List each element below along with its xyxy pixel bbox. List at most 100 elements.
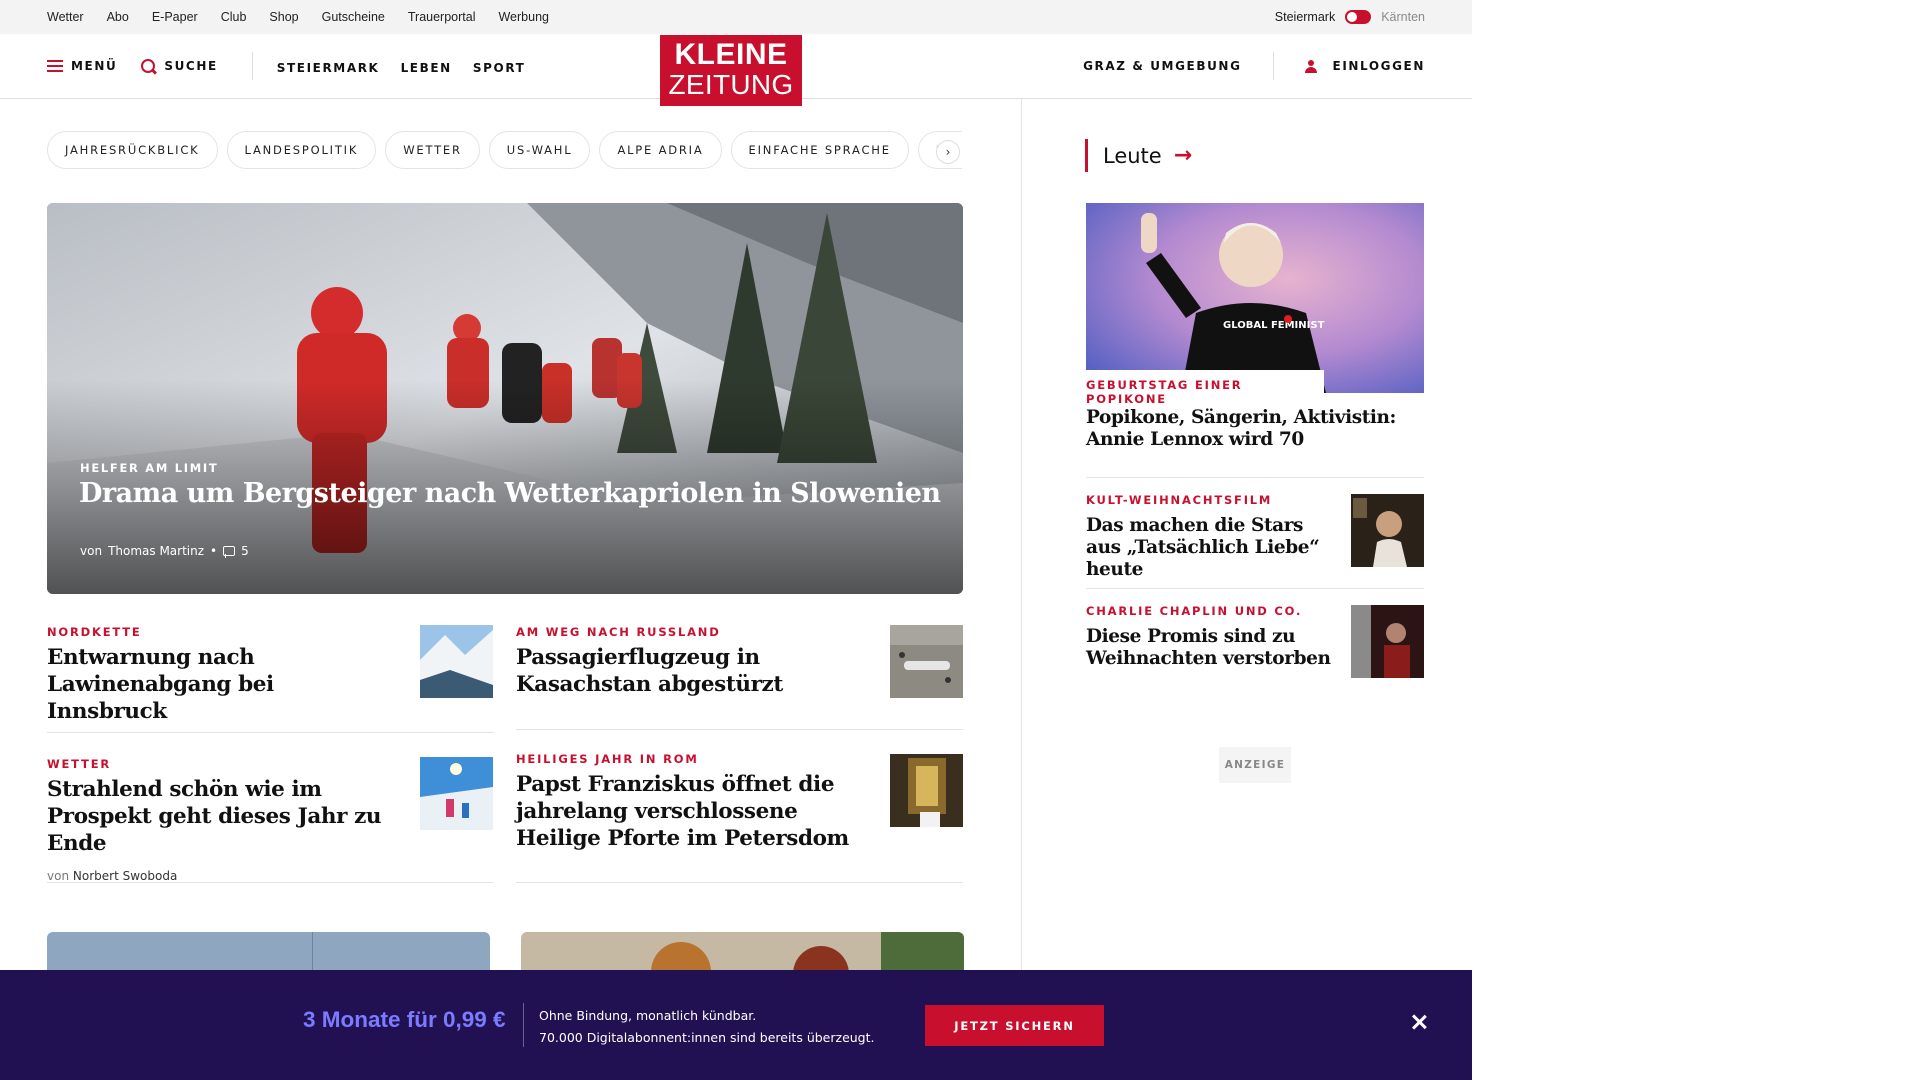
teaser-kicker: KULT-WEIHNACHTSFILM: [1086, 493, 1273, 507]
hero-image: [47, 203, 963, 594]
teaser-title[interactable]: Diese Promis sind zu Weihnachten verstor…: [1086, 626, 1336, 670]
preview-image-right[interactable]: [521, 932, 964, 972]
subscribe-button[interactable]: JETZT SICHERN: [925, 1005, 1104, 1046]
pill-alpe-adria[interactable]: ALPE ADRIA: [599, 131, 722, 169]
teaser-wetter[interactable]: WETTER Strahlend schön wie im Prospekt g…: [47, 757, 407, 883]
column-divider: [1021, 99, 1022, 1080]
promo-price: 3 Monate für 0,99 €: [303, 1007, 506, 1032]
pill-einfache-sprache[interactable]: EINFACHE SPRACHE: [730, 131, 909, 169]
leute-lead-image[interactable]: GLOBAL FEMINIST: [1086, 203, 1424, 393]
hero-author[interactable]: Thomas Martinz: [108, 544, 204, 558]
utility-bar: Wetter Abo E-Paper Club Shop Gutscheine …: [0, 0, 1472, 34]
utility-link-epaper[interactable]: E-Paper: [152, 10, 198, 24]
promo-line2: 70.000 Digitalabonnent:innen sind bereit…: [539, 1030, 875, 1045]
utility-link-gutscheine[interactable]: Gutscheine: [322, 10, 385, 24]
comment-icon: [223, 546, 236, 558]
promo-text: Ohne Bindung, monatlich kündbar. 70.000 …: [539, 1005, 875, 1049]
region-toggle[interactable]: [1345, 10, 1372, 24]
utility-links: Wetter Abo E-Paper Club Shop Gutscheine …: [47, 0, 572, 34]
author-prefix: von: [47, 869, 70, 883]
search-icon: [141, 58, 156, 74]
leute-teaser-chaplin[interactable]: CHARLIE CHAPLIN UND CO. Diese Promis sin…: [1086, 604, 1336, 670]
teaser-kicker: AM WEG NACH RUSSLAND: [516, 625, 721, 639]
pill-landespolitik[interactable]: LANDESPOLITIK: [226, 131, 377, 169]
menu-button[interactable]: MENÜ: [47, 59, 117, 73]
utility-link-club[interactable]: Club: [221, 10, 247, 24]
chevron-right-icon: ›: [945, 145, 951, 159]
teaser-title[interactable]: Das machen die Stars aus „Tatsächlich Li…: [1086, 515, 1336, 581]
subscription-banner: 3 Monate für 0,99 € Ohne Bindung, monatl…: [0, 970, 1472, 1080]
user-icon: [1304, 59, 1317, 73]
teaser-papst[interactable]: HEILIGES JAHR IN ROM Papst Franziskus öf…: [516, 752, 861, 852]
header-left: MENÜ SUCHE STEIERMARK LEBEN SPORT: [47, 34, 541, 98]
region-switch: Steiermark Kärnten: [1275, 0, 1425, 34]
empty-window-area: [1472, 0, 1920, 1080]
hero-teaser[interactable]: HELFER AM LIMIT Drama um Bergsteiger nac…: [47, 203, 963, 594]
topic-pills: JAHRESRÜCKBLICK LANDESPOLITIK WETTER US-…: [47, 131, 962, 171]
teaser-nordkette[interactable]: NORDKETTE Entwarnung nach Lawinenabgang …: [47, 625, 392, 725]
hero-author-prefix: von: [80, 544, 103, 558]
nav-steiermark[interactable]: STEIERMARK: [277, 61, 380, 75]
region-inactive-label[interactable]: Kärnten: [1381, 10, 1425, 24]
teaser-kicker: WETTER: [47, 757, 112, 771]
search-button[interactable]: SUCHE: [141, 58, 218, 74]
teaser-title[interactable]: Passagierflugzeug in Kasachstan abgestür…: [516, 644, 861, 698]
utility-link-shop[interactable]: Shop: [269, 10, 298, 24]
logo-line1: KLEINE: [674, 38, 788, 71]
lead-title[interactable]: Popikone, Sängerin, Aktivistin: Annie Le…: [1086, 407, 1406, 451]
utility-link-werbung[interactable]: Werbung: [498, 10, 549, 24]
teaser-title[interactable]: Strahlend schön wie im Prospekt geht die…: [47, 776, 407, 857]
pills-next-button[interactable]: ›: [936, 140, 960, 164]
hero-title[interactable]: Drama um Bergsteiger nach Wetterkapriole…: [79, 478, 941, 509]
header-right: GRAZ & UMGEBUNG EINLOGGEN: [1083, 34, 1425, 98]
author-name[interactable]: Norbert Swoboda: [73, 869, 177, 883]
hero-meta: von Thomas Martinz • 5: [80, 544, 249, 558]
teaser-kicker: HEILIGES JAHR IN ROM: [516, 752, 699, 766]
nav-sport[interactable]: SPORT: [473, 61, 526, 75]
teaser-author: von Norbert Swoboda: [47, 869, 407, 883]
close-icon[interactable]: [1410, 1013, 1428, 1031]
ad-label: ANZEIGE: [1219, 747, 1291, 783]
utility-link-abo[interactable]: Abo: [107, 10, 129, 24]
teaser-separator: [516, 882, 963, 883]
teaser-kasachstan[interactable]: AM WEG NACH RUSSLAND Passagierflugzeug i…: [516, 625, 861, 698]
teaser-thumbnail[interactable]: [420, 625, 493, 698]
teaser-kicker: CHARLIE CHAPLIN UND CO.: [1086, 604, 1303, 618]
arrow-right-icon: →: [1173, 143, 1193, 168]
main-header: MENÜ SUCHE STEIERMARK LEBEN SPORT KLEINE…: [0, 34, 1472, 106]
sidebar-separator: [1086, 588, 1424, 589]
site-logo[interactable]: KLEINE ZEITUNG: [660, 35, 802, 106]
pill-jahresrueckblick[interactable]: JAHRESRÜCKBLICK: [47, 131, 218, 169]
teaser-title[interactable]: Papst Franziskus öffnet die jahrelang ve…: [516, 771, 861, 852]
preview-image-left[interactable]: [47, 932, 490, 972]
region-active-label[interactable]: Steiermark: [1275, 10, 1335, 24]
page-viewport: Wetter Abo E-Paper Club Shop Gutscheine …: [0, 0, 1472, 1080]
section-leute-heading[interactable]: Leute →: [1085, 139, 1192, 172]
header-divider: [251, 52, 253, 80]
leute-teaser-tatsaechlich-liebe[interactable]: KULT-WEIHNACHTSFILM Das machen die Stars…: [1086, 493, 1336, 581]
pill-us-wahl[interactable]: US-WAHL: [488, 131, 591, 169]
utility-link-wetter[interactable]: Wetter: [47, 10, 84, 24]
hero-kicker: HELFER AM LIMIT: [80, 461, 219, 475]
teaser-thumbnail[interactable]: [1351, 494, 1424, 567]
teaser-title[interactable]: Entwarnung nach Lawinenabgang bei Innsbr…: [47, 644, 392, 725]
promo-line1: Ohne Bindung, monatlich kündbar.: [539, 1008, 757, 1023]
teaser-thumbnail[interactable]: [890, 625, 963, 698]
nav-leben[interactable]: LEBEN: [401, 61, 452, 75]
leute-lead-teaser[interactable]: Popikone, Sängerin, Aktivistin: Annie Le…: [1086, 402, 1406, 451]
teaser-separator: [47, 882, 493, 883]
teaser-thumbnail[interactable]: [420, 757, 493, 830]
meta-bullet: •: [210, 544, 218, 558]
login-button[interactable]: EINLOGGEN: [1304, 59, 1425, 73]
teaser-thumbnail[interactable]: [1351, 605, 1424, 678]
header-right-divider: [1272, 52, 1274, 80]
hero-comment-count[interactable]: 5: [241, 544, 249, 558]
teaser-thumbnail[interactable]: [890, 754, 963, 827]
pill-wetter[interactable]: WETTER: [385, 131, 480, 169]
sidebar-separator: [1086, 477, 1424, 478]
teaser-separator: [516, 729, 963, 730]
shirt-print-line1: GLOBAL FEMINIST: [1223, 320, 1325, 331]
search-label: SUCHE: [164, 59, 218, 73]
utility-link-trauerportal[interactable]: Trauerportal: [408, 10, 476, 24]
region-button[interactable]: GRAZ & UMGEBUNG: [1083, 59, 1241, 73]
